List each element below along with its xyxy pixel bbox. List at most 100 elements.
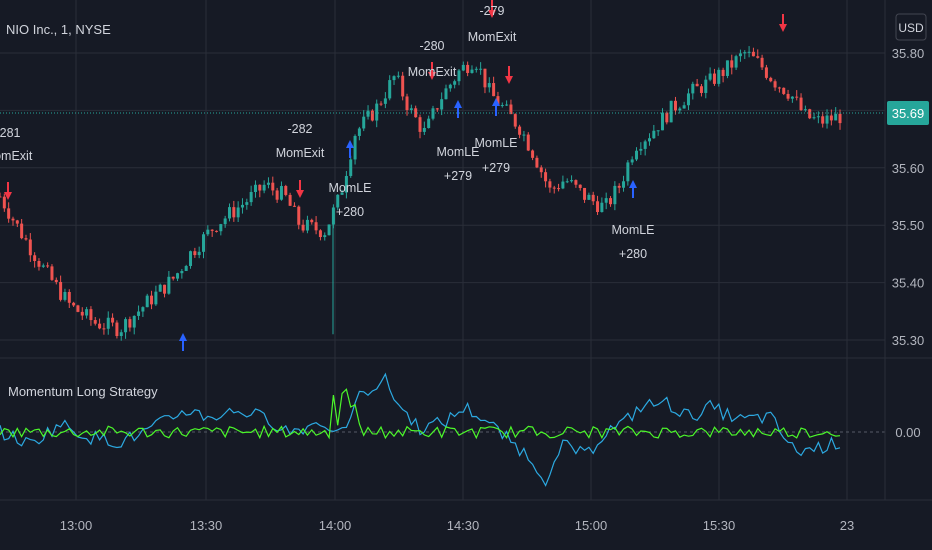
candle-body — [215, 230, 218, 232]
candle-body — [128, 319, 132, 328]
candle-body — [552, 187, 556, 189]
candle-body — [648, 138, 651, 142]
candle-body — [232, 207, 236, 218]
candle-body — [180, 271, 184, 274]
time-axis[interactable]: 13:00 13:30 14:00 14:30 15:00 15:30 23 — [60, 518, 855, 533]
candle-body — [673, 100, 677, 111]
candle-body — [751, 51, 755, 57]
candle-body — [111, 317, 115, 323]
candle-body — [223, 218, 227, 225]
last-price-value: 35.69 — [892, 106, 925, 121]
candle-body — [609, 198, 613, 205]
candle-body — [383, 98, 387, 104]
candle-body — [349, 159, 353, 176]
price-tick-label: 35.30 — [892, 333, 925, 348]
candle-body — [483, 68, 487, 88]
candle-body — [33, 255, 37, 261]
trade-qty-label: +280 — [619, 247, 647, 261]
candle-body — [760, 57, 764, 68]
candle-body — [271, 182, 275, 191]
candle-body — [678, 108, 682, 111]
candle-body — [379, 103, 383, 105]
candle-body — [725, 60, 729, 76]
candle-body — [301, 224, 305, 231]
time-tick-label: 23 — [840, 518, 854, 533]
candle-body — [790, 96, 794, 99]
candle-body — [370, 110, 374, 121]
candle-body — [80, 311, 84, 316]
candle-body — [461, 64, 465, 71]
entry-arrow-icon[interactable] — [346, 140, 354, 158]
trade-qty-label: -280 — [419, 39, 444, 53]
candle-body — [682, 105, 686, 109]
candle-body — [418, 117, 422, 132]
trade-signal-label: MomLE — [474, 136, 517, 150]
trade-signal-label: MomLE — [328, 181, 371, 195]
entry-arrow-icon[interactable] — [629, 180, 637, 198]
price-axis[interactable]: 35.3035.4035.5035.6035.7035.80 — [892, 46, 925, 348]
entry-arrow-icon[interactable] — [179, 333, 187, 351]
indicator-title[interactable]: Momentum Long Strategy — [8, 384, 158, 399]
candle-body — [258, 184, 262, 191]
candle-body — [531, 150, 535, 158]
candle-body — [93, 320, 97, 324]
candle-body — [457, 70, 461, 82]
candle-body — [249, 192, 253, 203]
candle-body — [405, 96, 409, 111]
candle-body — [583, 187, 587, 200]
candle-body — [686, 93, 690, 106]
candle-body — [635, 150, 639, 160]
chart-canvas: -281 MomExit -282 MomExit MomLE +280 -280 MomEx… — [0, 0, 932, 533]
candle-body — [808, 109, 812, 119]
candle-body — [158, 284, 162, 292]
candle-body — [816, 116, 820, 118]
candle-body — [756, 56, 760, 58]
candle-body — [327, 224, 331, 236]
candle-body — [318, 230, 322, 238]
indicator-zero-label: 0.00 — [895, 425, 920, 440]
candle-body — [20, 223, 24, 239]
candle-body — [0, 196, 2, 198]
candle-body — [466, 64, 470, 73]
candle-body — [526, 134, 530, 151]
candle-body — [626, 162, 630, 182]
candle-body — [786, 93, 790, 99]
candle-body — [297, 206, 301, 225]
trade-qty-label: +280 — [336, 205, 364, 219]
candle-body — [591, 194, 595, 202]
time-tick-label: 14:30 — [447, 518, 480, 533]
candle-body — [773, 81, 777, 88]
candle-body — [41, 265, 45, 267]
candle-body — [630, 159, 634, 163]
trade-qty-label: +279 — [482, 161, 510, 175]
exit-arrow-icon[interactable] — [296, 180, 304, 198]
candle-body — [197, 251, 201, 256]
time-tick-label: 15:30 — [703, 518, 736, 533]
candle-body — [587, 194, 591, 200]
candle-body — [544, 172, 548, 182]
candle-body — [505, 104, 509, 106]
candle-body — [262, 184, 266, 191]
candle-body — [691, 83, 695, 94]
candle-body — [401, 75, 405, 97]
candle-body — [7, 208, 11, 219]
candle-body — [708, 73, 712, 80]
candle-body — [193, 251, 197, 256]
candle-body — [206, 229, 210, 235]
candle-body — [85, 309, 89, 316]
exit-arrow-icon[interactable] — [779, 14, 787, 32]
candle-body — [145, 295, 149, 308]
candle-body — [240, 204, 244, 208]
time-tick-label: 13:30 — [190, 518, 223, 533]
candle-body — [665, 112, 669, 123]
symbol-title: NIO Inc., 1, NYSE — [6, 22, 111, 37]
entry-arrow-icon[interactable] — [454, 100, 462, 118]
exit-arrow-icon[interactable] — [505, 66, 513, 84]
candle-body — [730, 60, 734, 68]
candle-body — [795, 96, 799, 98]
candle-body — [392, 76, 396, 81]
candle-body — [479, 68, 483, 70]
candle-body — [652, 130, 656, 139]
candle-body — [444, 88, 448, 100]
candle-body — [500, 105, 504, 107]
